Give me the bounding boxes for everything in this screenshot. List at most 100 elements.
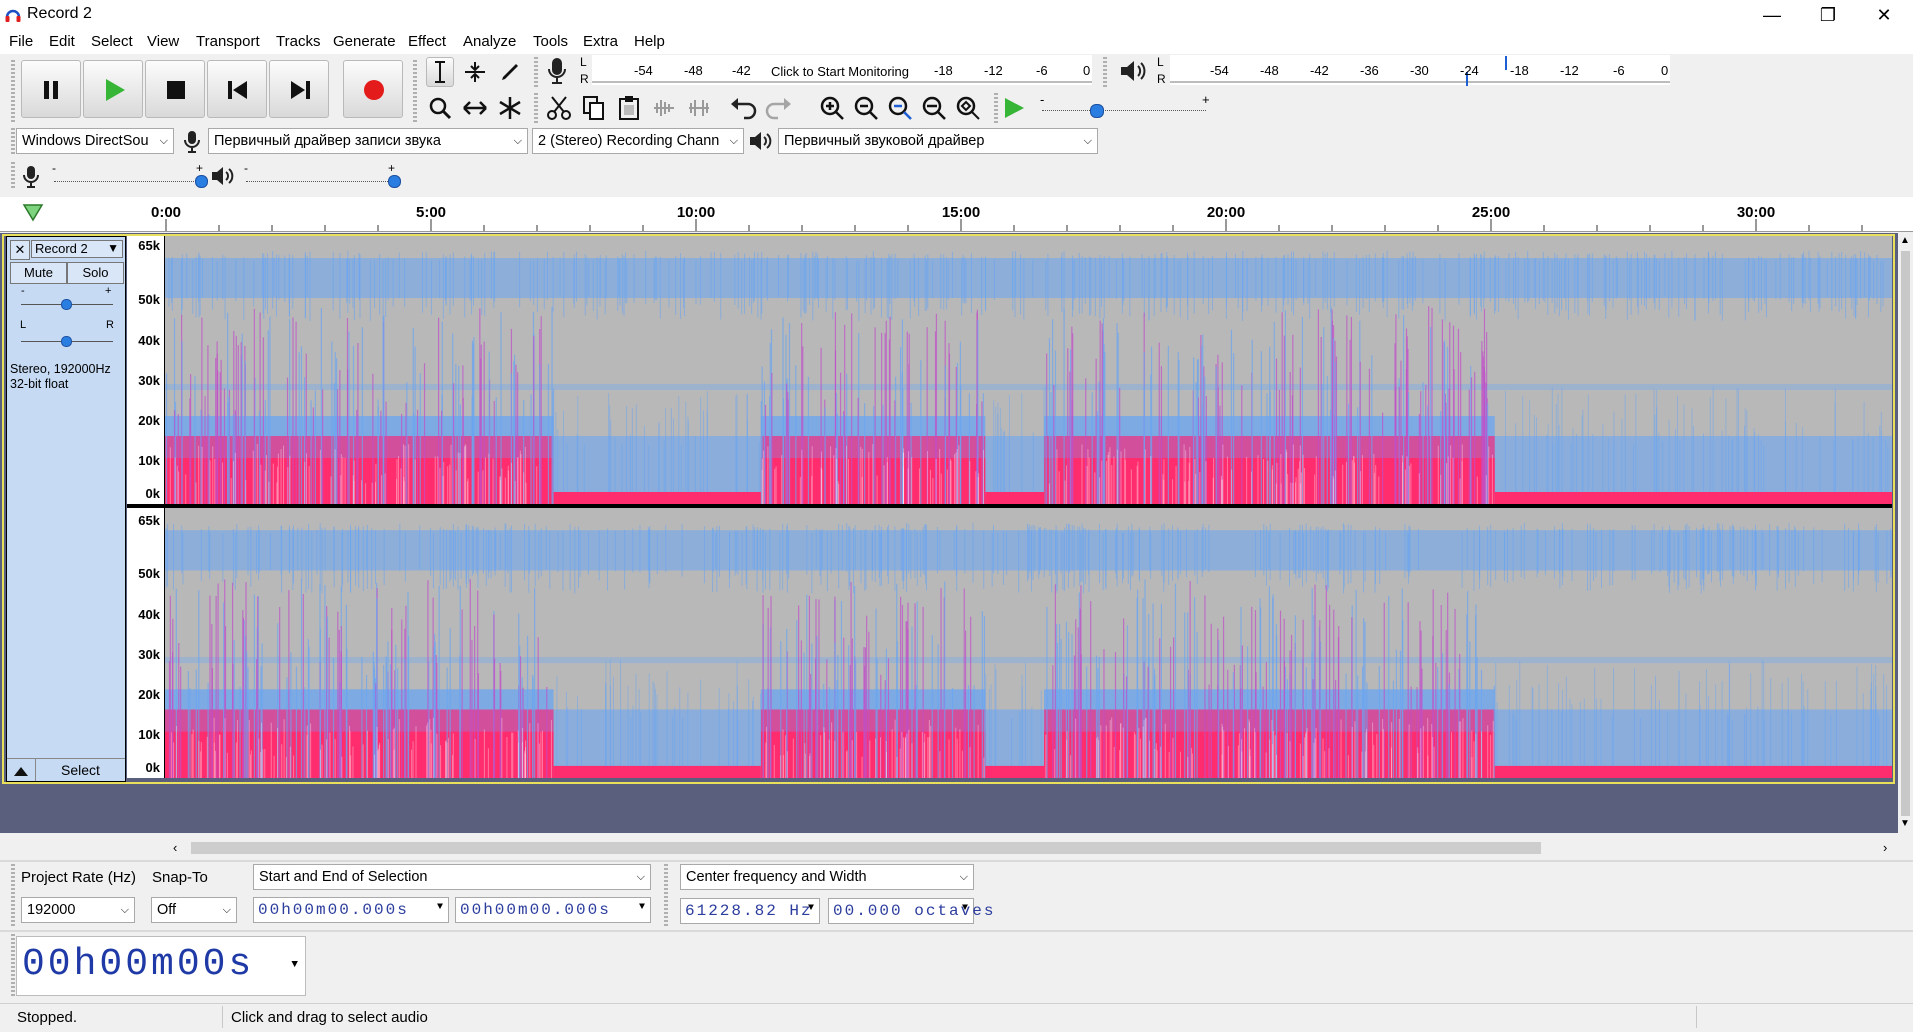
spectrogram-left-channel[interactable] [165,236,1892,504]
selection-end-time[interactable]: 00h00m00.000s ▼ [455,897,651,923]
menu-analyze[interactable]: Analyze [463,33,516,50]
toolbar-grip[interactable] [994,93,998,123]
toolbar-grip[interactable] [534,93,538,123]
track-name-menu[interactable]: Record 2 ▼ [31,240,123,258]
chevron-down-icon: ⌵ [222,904,231,916]
skip-to-start-button[interactable] [207,60,267,118]
menu-transport[interactable]: Transport [196,33,260,50]
multi-tool-button[interactable] [496,93,524,123]
play-at-speed-button[interactable] [1000,93,1028,123]
play-meter-button[interactable] [1118,56,1150,88]
collapse-track-icon[interactable] [12,764,30,778]
play-button[interactable] [83,60,143,118]
toolbar-grip[interactable] [11,128,15,156]
spectrogram-right-channel[interactable] [165,508,1892,778]
stop-button[interactable] [145,60,205,118]
speed-slider-track[interactable] [1042,110,1206,112]
recording-volume-slider[interactable] [54,181,202,183]
close-button[interactable]: ✕ [1856,0,1912,30]
scroll-up-icon[interactable]: ▲ [1900,235,1910,246]
status-state: Stopped. [17,1009,78,1026]
toolbar-grip[interactable] [11,934,15,996]
audio-host-select[interactable]: Windows DirectSou ⌵ [16,128,174,154]
scroll-left-icon[interactable]: ‹ [173,840,177,855]
selection-start-time[interactable]: 00h00m00.000s ▼ [253,897,449,923]
pan-slider-thumb[interactable] [61,336,72,347]
menu-generate[interactable]: Generate [333,33,396,50]
recording-volume-thumb[interactable] [195,175,208,188]
selection-mode-select[interactable]: Start and End of Selection ⌵ [253,864,651,890]
zoom-out-button[interactable] [852,93,880,123]
zoom-in-button[interactable] [818,93,846,123]
bandwidth-field[interactable]: 00.000 octaves ▼ [828,898,993,924]
zoom-tool-button[interactable] [426,93,454,123]
horizontal-scroll-thumb[interactable] [191,842,1541,854]
playback-device-select[interactable]: Первичный звуковой драйвер ⌵ [778,128,1098,154]
record-meter-button[interactable] [544,55,574,89]
toolbar-grip[interactable] [11,60,15,122]
record-button[interactable] [343,60,403,118]
redo-button[interactable] [764,93,792,123]
fit-selection-button[interactable] [886,93,914,123]
vertical-scrollbar[interactable]: ▲ ▼ [1898,233,1913,833]
menu-extra[interactable]: Extra [583,33,618,50]
project-rate-select[interactable]: 192000 ⌵ [21,897,135,923]
menu-select[interactable]: Select [91,33,133,50]
spectrogram-right-image [165,508,1892,778]
mute-button[interactable]: Mute [10,262,67,284]
timeline-ruler[interactable]: 0:00 5:00 10:00 15:00 20:00 25:00 30:00 [0,197,1913,232]
playback-volume-slider[interactable] [246,181,394,183]
track-control-panel[interactable]: ✕ Record 2 ▼ Mute Solo - + L R Stereo, 1… [6,236,126,782]
undo-button[interactable] [730,93,758,123]
select-track-button[interactable]: Select [35,759,125,781]
trim-audio-button[interactable] [650,93,678,123]
envelope-tool-button[interactable] [461,57,489,87]
paste-button[interactable] [615,93,643,123]
frequency-scale-left[interactable]: 65k 50k 40k 30k 20k 10k 0k [127,236,165,504]
toolbar-grip[interactable] [413,60,417,122]
menu-file[interactable]: File [9,33,33,50]
snap-to-select[interactable]: Off ⌵ [151,897,237,923]
audio-position-display[interactable]: 00h00m00s ▼ [16,936,306,996]
minimize-button[interactable]: — [1744,0,1800,30]
menu-tracks[interactable]: Tracks [276,33,320,50]
horizontal-scrollbar[interactable]: ‹ › [165,838,1898,858]
toolbar-grip[interactable] [11,864,15,928]
fit-project-button[interactable] [920,93,948,123]
playback-volume-thumb[interactable] [388,175,401,188]
maximize-button[interactable]: ❐ [1800,0,1856,30]
solo-button[interactable]: Solo [67,262,124,284]
close-track-button[interactable]: ✕ [10,240,30,260]
speed-slider-thumb[interactable] [1090,104,1104,118]
draw-tool-button[interactable] [496,57,524,87]
play-meter-tick: -54 [1210,63,1229,78]
copy-button[interactable] [580,93,608,123]
menu-edit[interactable]: Edit [49,33,75,50]
start-monitoring-prompt[interactable]: Click to Start Monitoring [771,64,909,79]
time-shift-tool-button[interactable] [461,93,489,123]
toolbar-grip[interactable] [11,162,15,190]
menu-tools[interactable]: Tools [533,33,568,50]
center-frequency-field[interactable]: 61228.82 Hz ▼ [680,898,820,924]
toolbar-grip[interactable] [534,57,538,87]
menu-help[interactable]: Help [634,33,665,50]
gain-slider-thumb[interactable] [61,299,72,310]
toolbar-grip[interactable] [664,864,668,928]
menu-view[interactable]: View [147,33,179,50]
skip-to-end-button[interactable] [269,60,329,118]
recording-device-select[interactable]: Первичный драйвер записи звука ⌵ [208,128,528,154]
pause-button[interactable] [21,60,81,118]
scroll-right-icon[interactable]: › [1883,840,1887,855]
spectral-mode-select[interactable]: Center frequency and Width ⌵ [680,864,974,890]
undo-icon [731,98,757,120]
silence-audio-button[interactable] [685,93,713,123]
menu-effect[interactable]: Effect [408,33,446,50]
scroll-down-icon[interactable]: ▼ [1900,818,1910,829]
frequency-scale-right[interactable]: 65k 50k 40k 30k 20k 10k 0k [127,508,165,778]
zoom-toggle-button[interactable] [954,93,982,123]
cut-button[interactable] [545,93,573,123]
toolbar-grip[interactable] [1103,57,1107,87]
recording-channels-select[interactable]: 2 (Stereo) Recording Chann ⌵ [532,128,744,154]
vertical-scroll-thumb[interactable] [1901,251,1910,816]
selection-tool-button[interactable] [426,57,454,87]
